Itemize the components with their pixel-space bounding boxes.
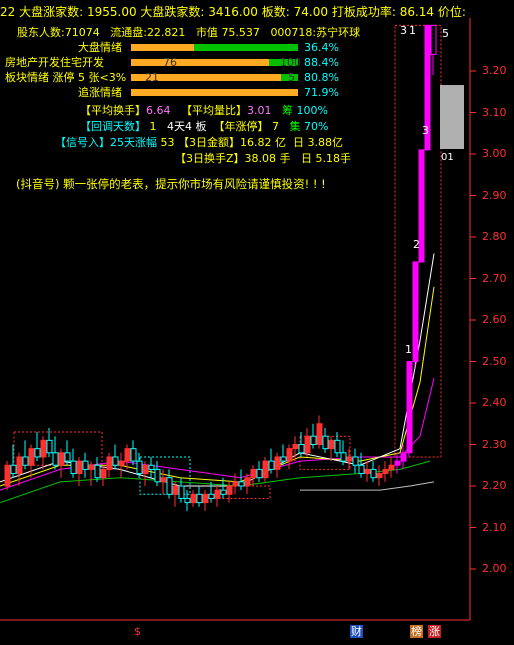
y-tick-label: 2.60 [482,313,507,326]
candle-body [292,444,299,450]
candle-body [52,452,59,466]
board-mark-3: 3 [422,124,429,137]
candle-body [58,452,65,466]
candle-body [250,468,257,479]
y-tick-label: 2.70 [482,271,507,285]
moving-average-line [0,253,435,487]
candle-body [214,489,221,499]
rank-marker[interactable]: 榜 [410,625,423,638]
candle-body [28,448,35,466]
candle-body [310,435,317,446]
candle-body [256,468,263,479]
top-mark-5: 5 [442,27,449,40]
moving-average-line [300,481,435,491]
y-tick-label: 2.90 [482,188,507,202]
candle-body [400,452,407,462]
candle-body [34,448,41,458]
candle-body [130,448,137,462]
candle-body [4,464,11,487]
y-tick-label: 2.40 [482,396,507,409]
y-tick-label: 2.80 [482,230,507,243]
candle-body [226,485,233,495]
candle-body [40,439,47,458]
y-tick-label: 2.00 [482,562,507,575]
candle-body [280,456,287,462]
candle-body [208,493,215,499]
y-tick-label: 3.20 [482,64,507,77]
candle-body [328,439,335,450]
candle-body [316,423,323,445]
candle-body [370,468,377,479]
candle-body [244,477,251,487]
candlestick-chart[interactable] [0,0,514,645]
candle-body [364,468,371,475]
board-mark-1: 1 [405,343,412,356]
candle-body [262,460,269,479]
candle-body [22,456,29,466]
y-tick-label: 2.30 [482,437,507,451]
candle-body [322,435,329,450]
candle-body [358,464,365,475]
top-mark-1: 1 [409,24,416,37]
y-tick-label: 2.10 [482,520,507,534]
limit-marker[interactable]: 涨 [428,625,441,638]
board-mark-2: 2 [413,238,420,251]
candle-body [286,448,293,462]
candle-body [136,460,143,475]
candle-body [274,456,281,470]
candle-body [124,448,131,462]
candle-body [196,493,203,504]
candle-body [406,361,413,454]
candle-body [394,460,401,466]
top-mark-3: 3 [400,24,407,37]
candle-body [112,456,119,466]
candle-body [184,497,191,504]
candle-body [430,24,437,55]
candle-body [148,464,155,470]
candle-body [172,485,179,495]
candle-body [160,477,167,483]
candle-body [118,460,125,466]
candle-body [304,435,311,454]
candle-body [232,481,239,487]
dollar-marker[interactable]: $ [134,625,141,638]
candle-body [340,452,347,462]
candle-body [298,444,305,454]
candle-body [10,464,17,475]
candle-body [238,481,245,487]
candle-body [16,456,23,475]
candle-body [388,464,395,470]
y-tick-label: 2.20 [482,479,507,492]
candle-body [82,460,89,470]
candle-body [46,439,53,454]
candle-body [166,477,173,495]
y-tick-label: 3.00 [482,147,507,160]
candle-body [100,468,107,479]
candle-body [154,468,161,483]
candle-body [190,493,197,504]
candle-body [352,456,359,466]
candle-body [106,456,113,470]
candle-body [76,460,83,475]
candle-body [220,489,227,495]
candle-body [376,473,383,479]
candle-body [64,452,71,462]
finance-marker[interactable]: 财 [350,625,363,638]
price-tag: 01 [441,152,454,163]
candle-body [382,468,389,475]
candle-body [334,439,341,454]
candle-body [346,456,353,462]
y-tick-label: 3.10 [482,105,507,119]
y-tick-label: 2.50 [482,354,507,368]
candle-body [142,464,149,475]
candle-body [94,464,101,479]
candle-body [412,261,419,362]
candle-body [268,460,275,470]
candle-body [178,485,185,499]
candle-body [88,464,95,470]
current-price-box [440,85,464,149]
candle-body [202,493,209,504]
candle-body [70,460,77,475]
